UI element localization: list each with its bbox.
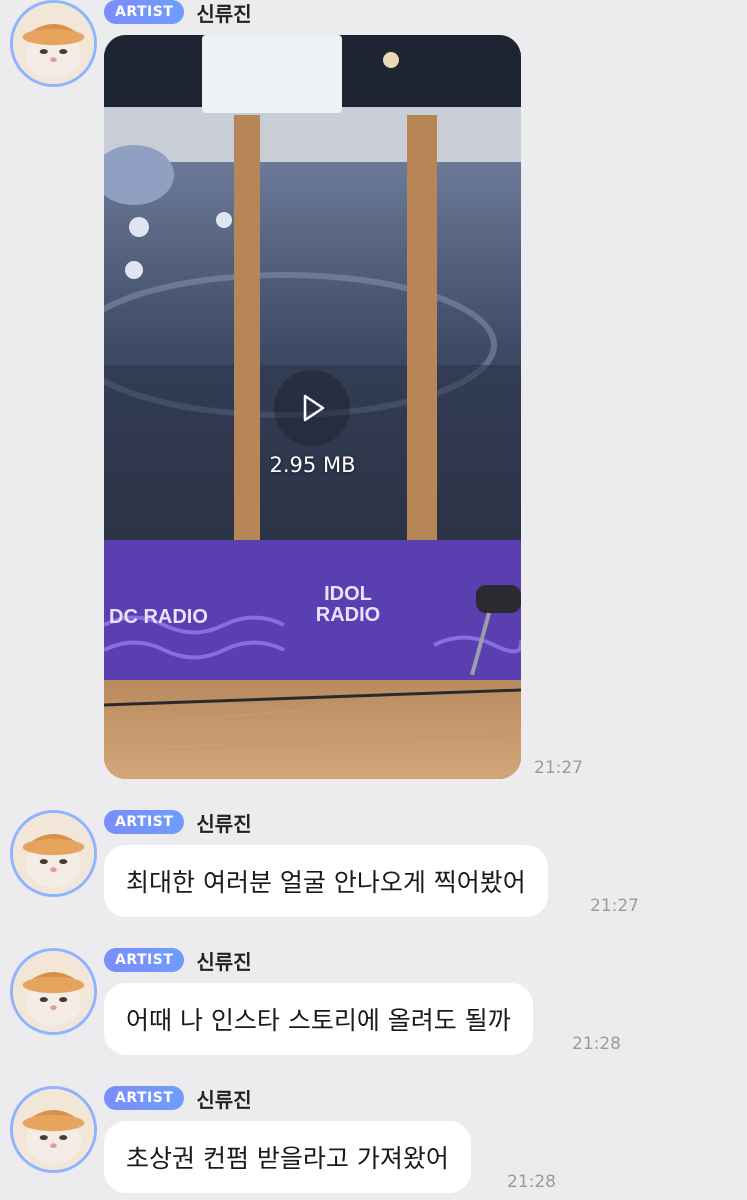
chat-thread: ARTIST 신류진 DC RADIO IDOL RADIO 2.95 MB 2… (0, 0, 747, 1200)
message-bubble[interactable]: 초상권 컨펌 받을라고 가져왔어 (104, 1121, 471, 1193)
message-time: 21:28 (507, 1172, 556, 1192)
sender-name[interactable]: 신류진 (196, 1084, 251, 1113)
sign-center-line2: RADIO (316, 604, 380, 626)
message-bubble[interactable]: 최대한 여러분 얼굴 안나오게 찍어봤어 (104, 845, 548, 917)
message-time: 21:27 (590, 896, 639, 916)
play-button[interactable] (274, 370, 350, 446)
message-bubble[interactable]: 어때 나 인스타 스토리에 올려도 될까 (104, 983, 533, 1055)
artist-badge: ARTIST (104, 1086, 185, 1110)
video-message[interactable]: DC RADIO IDOL RADIO 2.95 MB (104, 35, 521, 779)
artist-badge: ARTIST (104, 810, 185, 834)
play-icon (303, 394, 325, 422)
sender-avatar[interactable] (10, 948, 97, 1035)
kitten-avatar-icon (13, 951, 94, 1032)
sender-name[interactable]: 신류진 (196, 808, 251, 837)
sign-center-line1: IDOL (324, 583, 372, 605)
sign-left-text: DC RADIO (109, 606, 208, 628)
kitten-avatar-icon (13, 813, 94, 894)
sender-avatar[interactable] (10, 0, 97, 87)
message-time: 21:28 (572, 1034, 621, 1054)
artist-badge: ARTIST (104, 948, 185, 972)
message-time: 21:27 (534, 758, 583, 778)
video-size: 2.95 MB (269, 453, 356, 477)
sender-avatar[interactable] (10, 1086, 97, 1173)
sender-name[interactable]: 신류진 (196, 946, 251, 975)
kitten-avatar-icon (13, 3, 94, 84)
sender-name[interactable]: 신류진 (196, 0, 251, 27)
artist-badge: ARTIST (104, 0, 185, 24)
sender-avatar[interactable] (10, 810, 97, 897)
kitten-avatar-icon (13, 1089, 94, 1170)
